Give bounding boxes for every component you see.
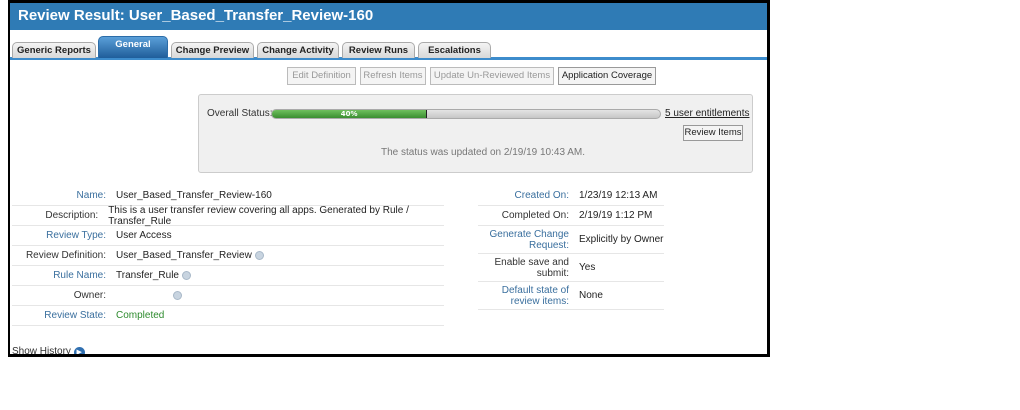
created-on-value: 1/23/19 12:13 AM (579, 190, 658, 201)
review-items-button[interactable]: Review Items (683, 125, 743, 141)
review-definition-value: User_Based_Transfer_Review (116, 250, 252, 261)
name-value: User_Based_Transfer_Review-160 (116, 190, 272, 201)
user-entitlements-link[interactable]: 5 user entitlements (665, 108, 750, 119)
right-details-table: Created On: 1/23/19 12:13 AM Completed On… (478, 186, 664, 310)
name-label: Name: (76, 190, 106, 201)
rule-name-value: Transfer_Rule (116, 270, 179, 281)
left-details-table: Name: User_Based_Transfer_Review-160 Desc… (12, 186, 444, 326)
info-icon[interactable] (182, 271, 191, 280)
completed-on-label: Completed On: (501, 210, 569, 221)
generate-change-request-value: Explicitly by Owner (579, 234, 664, 245)
status-updated-text: The status was updated on 2/19/19 10:43 … (381, 147, 586, 158)
default-state-label: Default state of review items: (501, 284, 569, 307)
review-state-value: Completed (116, 310, 165, 321)
show-history-label: Show History (12, 346, 71, 357)
review-type-value: User Access (116, 230, 172, 241)
description-label: Description: (45, 210, 99, 221)
owner-label: Owner: (73, 290, 106, 301)
tab-change-activity[interactable]: Change Activity (257, 42, 339, 58)
description-value: This is a user transfer review covering … (108, 204, 409, 227)
rule-name-label: Rule Name: (53, 270, 106, 281)
tab-change-preview[interactable]: Change Preview (171, 42, 254, 58)
review-state-label: Review State: (44, 310, 106, 321)
tab-general[interactable]: General (98, 36, 168, 58)
status-panel: Overall Status: 40% 5 user entitlements … (198, 94, 753, 173)
tab-bar: Generic Reports General Change Preview C… (10, 36, 767, 60)
tab-review-runs[interactable]: Review Runs (342, 42, 415, 58)
overall-status-label: Overall Status: (207, 108, 273, 119)
overall-progress-bar: 40% (271, 109, 661, 119)
review-result-window: Review Result: User_Based_Transfer_Revie… (8, 0, 770, 357)
show-history-toggle[interactable]: Show History ▶ (12, 346, 85, 357)
info-icon[interactable] (173, 291, 182, 300)
created-on-label: Created On: (514, 190, 569, 201)
application-coverage-button[interactable]: Application Coverage (558, 67, 656, 85)
tab-generic-reports[interactable]: Generic Reports (12, 42, 96, 58)
expand-arrow-icon[interactable]: ▶ (73, 347, 85, 354)
progress-fill: 40% (272, 110, 428, 118)
default-state-value: None (579, 290, 603, 301)
review-type-label: Review Type: (46, 230, 106, 241)
generate-change-request-label: Generate Change Request: (489, 228, 569, 251)
update-unreviewed-items-button[interactable]: Update Un-Reviewed Items (430, 67, 554, 85)
edit-definition-button[interactable]: Edit Definition (287, 67, 356, 85)
enable-save-submit-label: Enable save and submit: (494, 256, 569, 279)
enable-save-submit-value: Yes (579, 262, 596, 273)
review-definition-label: Review Definition: (25, 250, 106, 261)
refresh-items-button[interactable]: Refresh Items (360, 67, 426, 85)
completed-on-value: 2/19/19 1:12 PM (579, 210, 653, 221)
info-icon[interactable] (254, 251, 264, 260)
tab-escalations[interactable]: Escalations (418, 42, 491, 58)
page-title: Review Result: User_Based_Transfer_Revie… (10, 3, 767, 30)
